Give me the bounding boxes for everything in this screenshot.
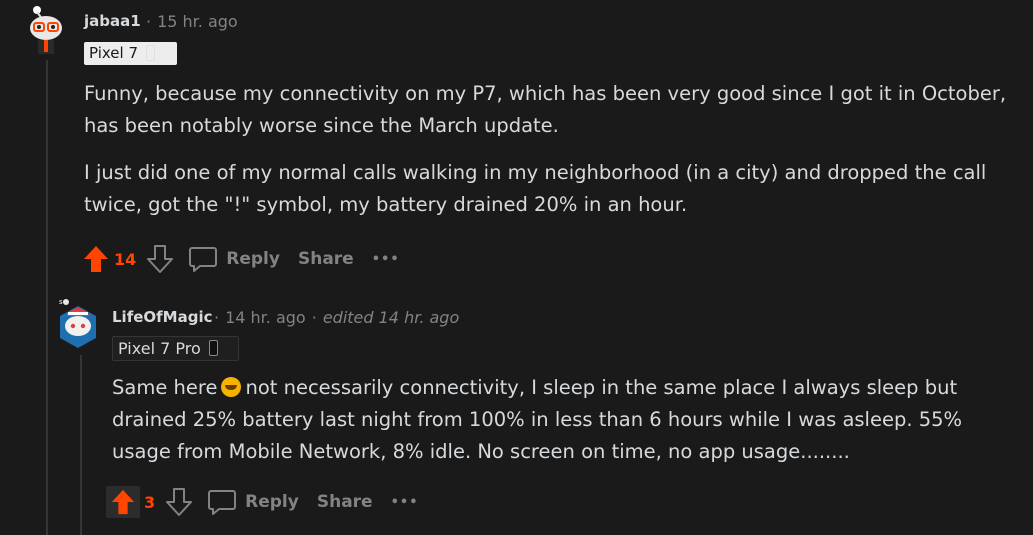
comment-text-start: Same here — [112, 376, 218, 399]
upvote-icon[interactable] — [82, 244, 110, 274]
separator-dot: · — [311, 308, 317, 327]
thread-line-reply[interactable] — [80, 355, 82, 535]
more-options-button[interactable]: ••• — [372, 252, 400, 267]
reply-label: Reply — [226, 249, 280, 269]
user-flair: Pixel 7 Pro — [112, 336, 239, 361]
snoo-avatar-icon: s· — [59, 298, 96, 348]
vote-count: 14 — [114, 249, 137, 269]
user-flair: Pixel 7 — [84, 42, 177, 65]
downvote-icon[interactable] — [146, 244, 174, 274]
phone-icon — [146, 45, 156, 61]
avatar[interactable] — [24, 6, 68, 56]
comment-paragraph: Funny, because my connectivity on my P7,… — [84, 82, 1007, 137]
downvote-icon[interactable] — [165, 487, 193, 517]
comment-meta: · 14 hr. ago · edited 14 hr. ago — [208, 308, 459, 327]
upvote-button[interactable] — [106, 486, 140, 518]
comment-body: Same here not necessarily connectivity, I… — [112, 372, 992, 483]
reply-label: Reply — [245, 492, 299, 512]
share-label: Share — [297, 249, 354, 269]
comment-actions: 3 Reply Share ••• — [106, 486, 437, 518]
phone-icon — [208, 340, 218, 356]
comment-bubble-icon — [189, 247, 218, 272]
username[interactable]: LifeOfMagic — [112, 308, 213, 326]
timestamp[interactable]: 15 hr. ago — [157, 12, 238, 31]
username[interactable]: jabaa1 — [84, 12, 141, 30]
share-button[interactable]: Share — [298, 249, 354, 269]
comment-actions: 14 Reply Share ••• — [82, 244, 418, 274]
snoo-avatar-icon — [30, 6, 62, 54]
comment-paragraph: Same here not necessarily connectivity, I… — [112, 372, 992, 468]
more-options-icon: ••• — [390, 494, 419, 510]
more-options-icon: ••• — [371, 251, 400, 267]
comment-meta: · 15 hr. ago — [140, 12, 238, 31]
upvote-icon — [111, 489, 135, 515]
reply-button[interactable]: Reply — [207, 488, 299, 516]
timestamp[interactable]: 14 hr. ago — [225, 308, 306, 327]
vote-count: 3 — [144, 492, 156, 512]
edited-timestamp: edited 14 hr. ago — [322, 308, 460, 327]
share-button[interactable]: Share — [317, 492, 373, 512]
more-options-button[interactable]: ••• — [391, 495, 419, 510]
reply-button[interactable]: Reply — [188, 245, 280, 273]
flair-text: Pixel 7 — [89, 44, 139, 62]
svg-text:s·: s· — [59, 298, 65, 306]
separator-dot: · — [146, 12, 152, 31]
separator-dot: · — [214, 308, 220, 327]
comment-bubble-icon — [208, 490, 237, 515]
avatar[interactable]: s· — [56, 296, 100, 354]
grinning-face-emoji-icon — [221, 377, 242, 397]
comment-paragraph: I just did one of my normal calls walkin… — [84, 161, 987, 216]
thread-line-main[interactable] — [46, 60, 48, 535]
flair-text: Pixel 7 Pro — [118, 338, 201, 358]
share-label: Share — [316, 492, 373, 512]
comment-body: Funny, because my connectivity on my P7,… — [84, 78, 1019, 236]
